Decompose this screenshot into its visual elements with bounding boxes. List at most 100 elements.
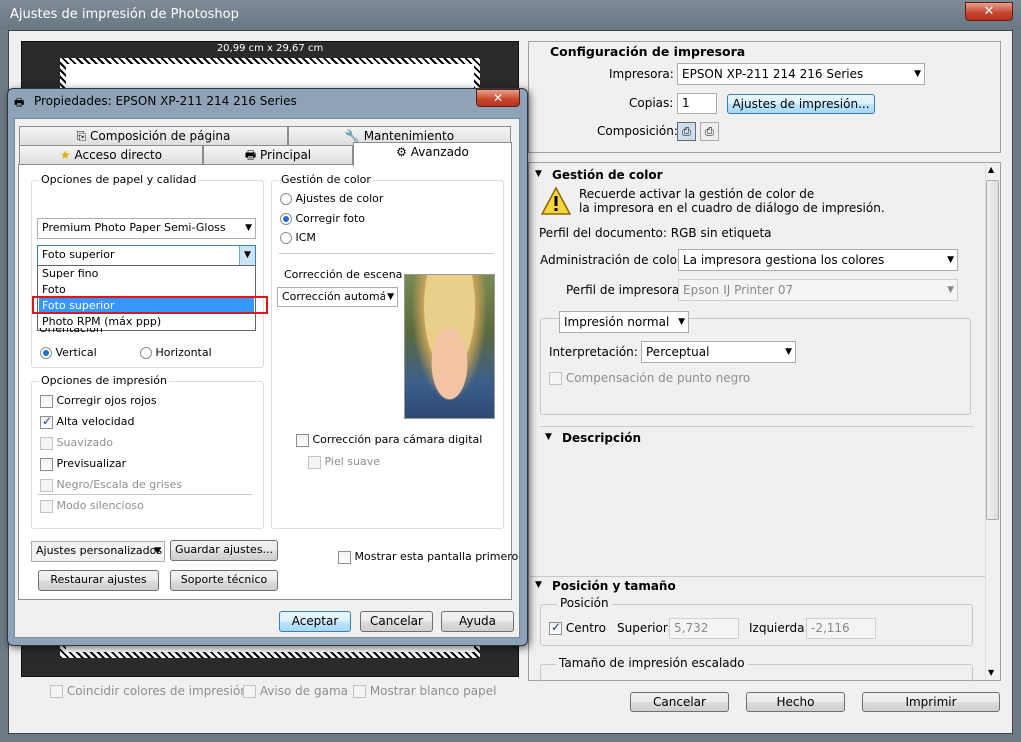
grayscale-option[interactable]: Negro/Escala de grises	[40, 478, 182, 492]
vertical-radio[interactable]	[40, 347, 52, 359]
custom-settings-select[interactable]: Ajustes personalizados ▼	[31, 541, 165, 562]
print-settings-button[interactable]: Ajustes de impresión...	[727, 94, 875, 114]
center-option[interactable]: Centro	[549, 620, 606, 635]
position-group-label: Posición	[557, 596, 612, 610]
digital-camera-checkbox[interactable]	[296, 433, 309, 447]
warning-text-1: Recuerde activar la gestión de color de	[579, 187, 815, 201]
scroll-up-icon[interactable]: ▲	[988, 165, 994, 174]
quiet-mode-checkbox[interactable]	[40, 499, 53, 513]
tab-shortcuts[interactable]: ★ Acceso directo	[19, 145, 203, 165]
chevron-down-icon: ▼	[914, 69, 921, 79]
landscape-layout-icon[interactable]: ⎙	[700, 122, 719, 141]
tech-support-button[interactable]: Soporte técnico	[170, 570, 278, 591]
chevron-down-icon: ▼	[245, 223, 252, 233]
print-options-heading: Opciones de impresión	[39, 374, 169, 387]
icm-radio[interactable]	[280, 232, 292, 244]
smoothing-option[interactable]: Suavizado	[40, 436, 113, 450]
color-adjust-radio[interactable]	[280, 193, 292, 205]
dialog-cancel-button[interactable]: Cancelar	[360, 611, 433, 632]
printer-select[interactable]: EPSON XP-211 214 216 Series ▼	[677, 63, 925, 85]
chevron-down-icon: ▼	[947, 255, 954, 265]
gamut-warning-option[interactable]: Aviso de gama	[243, 684, 348, 698]
scroll-down-icon[interactable]: ▼	[988, 668, 994, 677]
paper-type-select[interactable]: Premium Photo Paper Semi-Gloss ▼	[37, 218, 256, 239]
advanced-icon: ⚙	[396, 145, 407, 159]
smooth-skin-checkbox[interactable]	[308, 455, 321, 469]
gamut-warning-checkbox[interactable]	[243, 685, 256, 698]
icm-option[interactable]: ICM	[280, 231, 316, 244]
color-divider	[279, 253, 493, 254]
window-title: Ajustes de impresión de Photoshop	[10, 7, 239, 22]
warning-text-2: la impresora en el cuadro de diálogo de …	[579, 201, 885, 215]
grayscale-checkbox[interactable]	[40, 478, 53, 492]
quality-option[interactable]: Super fino	[39, 266, 254, 282]
help-button[interactable]: Ayuda	[441, 611, 514, 632]
digital-camera-option[interactable]: Corrección para cámara digital	[296, 433, 482, 447]
red-eye-checkbox[interactable]	[40, 394, 53, 408]
window-close-button[interactable]: ✕	[965, 2, 1013, 21]
page-layout-icon: ⎘	[76, 129, 87, 143]
copies-input[interactable]: 1	[677, 93, 717, 114]
orientation-vertical-option[interactable]: Vertical	[40, 346, 97, 359]
horizontal-radio[interactable]	[140, 347, 152, 359]
photo-correct-option[interactable]: Corregir foto	[280, 212, 365, 225]
color-adjust-option[interactable]: Ajustes de color	[280, 192, 383, 205]
collapse-position-icon[interactable]: ▼	[535, 580, 542, 590]
save-settings-button[interactable]: Guardar ajustes...	[170, 540, 278, 561]
position-size-heading: Posición y tamaño	[552, 579, 676, 593]
tab-advanced[interactable]: ⚙ Avanzado	[353, 142, 512, 166]
chevron-down-icon[interactable]: ▼	[239, 246, 255, 265]
quality-select[interactable]: Foto superior ▼	[37, 245, 256, 266]
match-colors-option[interactable]: Coincidir colores de impresión	[50, 684, 248, 698]
photo-correct-radio[interactable]	[280, 213, 292, 225]
black-point-option[interactable]: Compensación de punto negro	[549, 371, 750, 385]
red-eye-option[interactable]: Corregir ojos rojos	[40, 394, 157, 408]
scaled-size-heading: Tamaño de impresión escalado	[556, 656, 748, 670]
smoothing-checkbox[interactable]	[40, 436, 53, 450]
color-admin-label: Administración de color:	[540, 253, 686, 267]
done-button[interactable]: Hecho	[746, 692, 845, 712]
interpretation-select[interactable]: Perceptual ▼	[641, 341, 796, 363]
show-first-option[interactable]: Mostrar esta pantalla primero	[338, 550, 518, 564]
collapse-description-icon[interactable]: ▼	[545, 432, 552, 442]
chevron-down-icon: ▼	[947, 285, 954, 295]
chevron-down-icon: ▼	[385, 288, 394, 306]
high-speed-checkbox[interactable]	[40, 414, 53, 429]
orientation-horizontal-option[interactable]: Horizontal	[140, 346, 212, 359]
cancel-button[interactable]: Cancelar	[630, 692, 729, 712]
chevron-down-icon: ▼	[154, 546, 161, 556]
wrench-icon: 🔧	[344, 129, 360, 143]
match-colors-checkbox[interactable]	[50, 685, 63, 698]
printer-config-heading: Configuración de impresora	[550, 44, 746, 59]
smooth-skin-option[interactable]: Piel suave	[308, 455, 380, 469]
portrait-layout-icon[interactable]: ⎙	[677, 122, 696, 141]
tab-page-layout[interactable]: ⎘ Composición de página	[19, 126, 288, 145]
left-input[interactable]: -2,116	[806, 618, 876, 639]
preview-checkbox[interactable]	[40, 457, 53, 471]
description-heading: Descripción	[562, 431, 641, 445]
normal-print-select[interactable]: Impresión normal ▼	[559, 311, 689, 333]
ok-button[interactable]: Aceptar	[279, 611, 351, 632]
print-options-divider	[38, 494, 252, 495]
chevron-down-icon: ▼	[785, 347, 792, 357]
preview-option[interactable]: Previsualizar	[40, 457, 126, 471]
printer-profile-select[interactable]: Epson IJ Printer 07 ▼	[678, 279, 958, 301]
dialog-close-button[interactable]: ✕	[476, 89, 520, 107]
high-speed-option[interactable]: Alta velocidad	[40, 414, 135, 429]
show-paper-white-option[interactable]: Mostrar blanco papel	[353, 684, 496, 698]
print-button[interactable]: Imprimir	[862, 692, 1000, 712]
collapse-color-icon[interactable]: ▼	[535, 169, 542, 179]
restore-settings-button[interactable]: Restaurar ajustes	[38, 570, 159, 591]
scene-correction-select[interactable]: Corrección automáti ▼	[277, 287, 398, 307]
interpretation-label: Interpretación:	[549, 345, 638, 359]
black-point-checkbox[interactable]	[549, 372, 562, 385]
center-checkbox[interactable]	[549, 620, 562, 635]
show-paper-white-checkbox[interactable]	[353, 685, 366, 698]
color-admin-select[interactable]: La impresora gestiona los colores ▼	[678, 249, 958, 271]
scrollbar-thumb[interactable]	[986, 180, 999, 520]
printer-label: Impresora:	[609, 67, 674, 81]
quiet-mode-option[interactable]: Modo silencioso	[40, 499, 144, 513]
top-input[interactable]: 5,732	[669, 618, 739, 639]
tab-main[interactable]: 🖶 Principal	[203, 145, 353, 165]
show-first-checkbox[interactable]	[338, 550, 351, 564]
